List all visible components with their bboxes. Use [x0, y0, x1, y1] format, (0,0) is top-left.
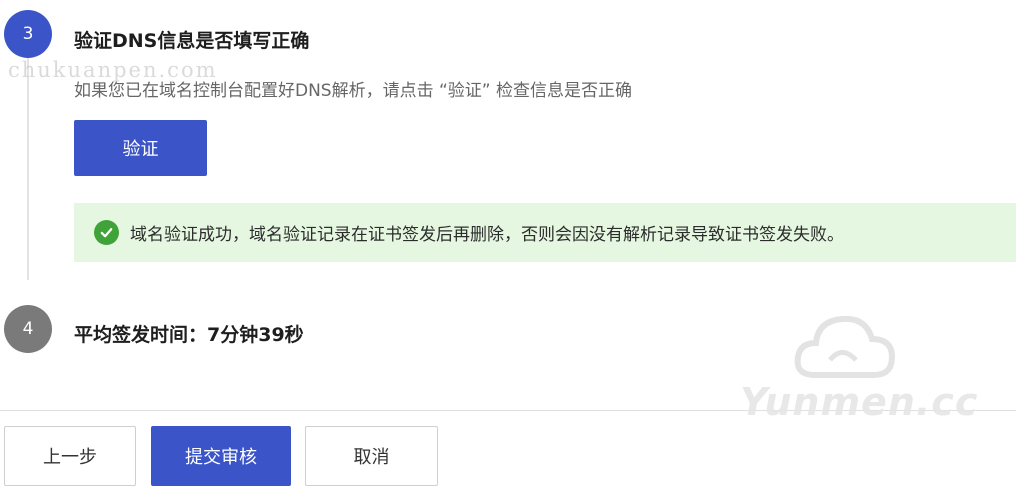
step-connector-line	[27, 58, 29, 280]
cancel-button[interactable]: 取消	[305, 426, 438, 486]
watermark-bottom: Yunmen.cc	[740, 380, 979, 424]
submit-review-button[interactable]: 提交审核	[151, 426, 291, 486]
previous-step-button[interactable]: 上一步	[4, 426, 136, 486]
step-4-number: 4	[22, 319, 34, 339]
step-4-indicator: 4	[4, 305, 52, 353]
cloud-watermark-icon	[790, 305, 900, 389]
verification-success-alert: 域名验证成功，域名验证记录在证书签发后再删除，否则会因没有解析记录导致证书签发失…	[74, 203, 1016, 262]
watermark-top: chukuanpen.com	[8, 58, 218, 82]
step-3-number: 3	[22, 24, 34, 44]
step-3-title: 验证DNS信息是否填写正确	[74, 30, 310, 52]
alert-message: 域名验证成功，域名验证记录在证书签发后再删除，否则会因没有解析记录导致证书签发失…	[130, 225, 844, 245]
check-circle-icon	[94, 220, 119, 245]
step-3-indicator: 3	[4, 10, 52, 58]
verify-button[interactable]: 验证	[74, 120, 207, 176]
step-4-title: 平均签发时间：7分钟39秒	[74, 324, 304, 346]
